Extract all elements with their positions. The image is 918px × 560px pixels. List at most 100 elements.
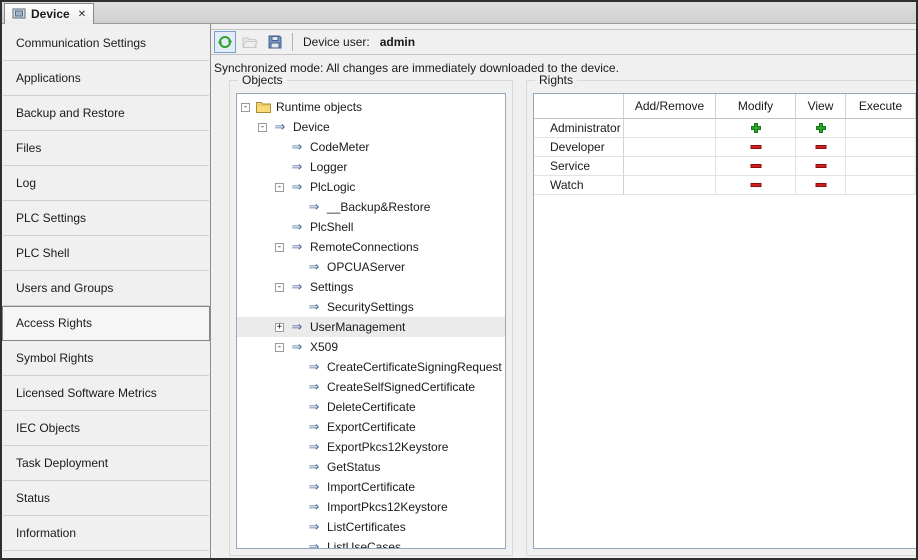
object-arrow-icon: ⇒: [306, 299, 322, 315]
sidebar-item-users-and-groups[interactable]: Users and Groups: [3, 271, 209, 306]
sidebar-item-backup-and-restore[interactable]: Backup and Restore: [3, 96, 209, 131]
sidebar-item-communication-settings[interactable]: Communication Settings: [3, 26, 209, 61]
sidebar-item-applications[interactable]: Applications: [3, 61, 209, 96]
tree-item-runtime-objects[interactable]: - Runtime objects: [237, 97, 505, 117]
collapse-toggle-icon[interactable]: -: [275, 243, 284, 252]
rights-cell-service-modify[interactable]: [716, 157, 796, 176]
tree-item-label: Runtime objects: [273, 100, 365, 114]
tree-item-importcertificate[interactable]: ⇒ImportCertificate: [237, 477, 505, 497]
tree-item-securitysettings[interactable]: ⇒SecuritySettings: [237, 297, 505, 317]
rights-row-developer: Developer: [534, 138, 624, 157]
object-arrow-icon: ⇒: [289, 219, 305, 235]
collapse-toggle-icon[interactable]: -: [258, 123, 267, 132]
sidebar-item-licensed-software-metrics[interactable]: Licensed Software Metrics: [3, 376, 209, 411]
device-editor-window: Device ✕ Communication SettingsApplicati…: [0, 0, 918, 560]
tree-item-label: SecuritySettings: [324, 300, 417, 314]
tree-item-logger[interactable]: ⇒Logger: [237, 157, 505, 177]
sync-refresh-button[interactable]: [214, 31, 236, 53]
tree-item-remoteconnections[interactable]: -⇒RemoteConnections: [237, 237, 505, 257]
rights-cell-administrator-execute[interactable]: [846, 119, 916, 138]
tree-item-x509[interactable]: -⇒X509: [237, 337, 505, 357]
collapse-toggle-icon[interactable]: -: [241, 103, 250, 112]
tree-item-deletecertificate[interactable]: ⇒DeleteCertificate: [237, 397, 505, 417]
object-arrow-icon: ⇒: [289, 279, 305, 295]
tree-item-listcertificates[interactable]: ⇒ListCertificates: [237, 517, 505, 537]
folder-icon: [255, 101, 271, 113]
tree-item-label: PlcLogic: [307, 180, 358, 194]
tree-item-label: ImportCertificate: [324, 480, 418, 494]
tree-item-label: OPCUAServer: [324, 260, 408, 274]
tree-item-opcuaserver[interactable]: ⇒OPCUAServer: [237, 257, 505, 277]
collapse-toggle-icon[interactable]: -: [275, 283, 284, 292]
sidebar-item-plc-settings[interactable]: PLC Settings: [3, 201, 209, 236]
sidebar-item-plc-shell[interactable]: PLC Shell: [3, 236, 209, 271]
tree-item-exportpkcs12keystore[interactable]: ⇒ExportPkcs12Keystore: [237, 437, 505, 457]
objects-tree: -Runtime objects-⇒Device⇒CodeMeter⇒Logge…: [236, 93, 506, 549]
rights-cell-developer-add-remove[interactable]: [624, 138, 716, 157]
rights-cell-watch-modify[interactable]: [716, 176, 796, 195]
collapse-toggle-icon[interactable]: -: [275, 183, 284, 192]
objects-groupbox: Objects -Runtime objects-⇒Device⇒CodeMet…: [229, 80, 513, 556]
tree-item-label: ImportPkcs12Keystore: [324, 500, 451, 514]
rights-cell-developer-execute[interactable]: [846, 138, 916, 157]
rights-cell-service-execute[interactable]: [846, 157, 916, 176]
device-user-value: admin: [380, 35, 415, 49]
deny-minus-icon: [815, 141, 827, 153]
toolbar: Device user: admin: [211, 29, 916, 55]
object-arrow-icon: ⇒: [306, 459, 322, 475]
rights-cell-watch-execute[interactable]: [846, 176, 916, 195]
tree-item-device[interactable]: -⇒Device: [237, 117, 505, 137]
rights-table-container: Add/RemoveModifyViewExecuteAdministrator…: [533, 93, 916, 549]
tree-item-exportcertificate[interactable]: ⇒ExportCertificate: [237, 417, 505, 437]
rights-table: Add/RemoveModifyViewExecuteAdministrator…: [534, 94, 916, 195]
rights-cell-developer-modify[interactable]: [716, 138, 796, 157]
sidebar-item-log[interactable]: Log: [3, 166, 209, 201]
object-arrow-icon: ⇒: [289, 179, 305, 195]
rights-cell-watch-view[interactable]: [796, 176, 846, 195]
tree-item-backup-restore[interactable]: ⇒__Backup&Restore: [237, 197, 505, 217]
toolbar-separator: [292, 33, 293, 51]
rights-cell-administrator-modify[interactable]: [716, 119, 796, 138]
rights-cell-administrator-add-remove[interactable]: [624, 119, 716, 138]
panels-row: Objects -Runtime objects-⇒Device⇒CodeMet…: [229, 80, 916, 556]
rights-cell-service-add-remove[interactable]: [624, 157, 716, 176]
rights-groupbox-label: Rights: [535, 73, 577, 87]
sidebar-item-access-rights[interactable]: Access Rights: [2, 306, 210, 341]
tree-item-settings[interactable]: -⇒Settings: [237, 277, 505, 297]
object-arrow-icon: ⇒: [289, 339, 305, 355]
sidebar-item-files[interactable]: Files: [3, 131, 209, 166]
rights-header-view: View: [796, 94, 846, 119]
tab-close-icon[interactable]: ✕: [78, 9, 86, 20]
sidebar-item-status[interactable]: Status: [3, 481, 209, 516]
tree-item-label: Logger: [307, 160, 350, 174]
rights-row-service: Service: [534, 157, 624, 176]
expand-toggle-icon[interactable]: +: [275, 323, 284, 332]
sidebar-item-information[interactable]: Information: [3, 516, 209, 551]
sidebar-item-task-deployment[interactable]: Task Deployment: [3, 446, 209, 481]
rights-cell-administrator-view[interactable]: [796, 119, 846, 138]
save-icon[interactable]: [264, 31, 286, 53]
object-arrow-icon: ⇒: [306, 479, 322, 495]
deny-minus-icon: [815, 179, 827, 191]
tree-item-plcshell[interactable]: ⇒PlcShell: [237, 217, 505, 237]
tree-item-importpkcs12keystore[interactable]: ⇒ImportPkcs12Keystore: [237, 497, 505, 517]
document-tabbar: Device ✕: [2, 2, 916, 24]
deny-minus-icon: [750, 160, 762, 172]
collapse-toggle-icon[interactable]: -: [275, 343, 284, 352]
tree-item-codemeter[interactable]: ⇒CodeMeter: [237, 137, 505, 157]
tree-item-listusecases[interactable]: ⇒ListUseCases: [237, 537, 505, 549]
rights-cell-watch-add-remove[interactable]: [624, 176, 716, 195]
tree-item-getstatus[interactable]: ⇒GetStatus: [237, 457, 505, 477]
sidebar-item-iec-objects[interactable]: IEC Objects: [3, 411, 209, 446]
rights-cell-service-view[interactable]: [796, 157, 846, 176]
tab-device[interactable]: Device ✕: [4, 3, 94, 24]
sidebar-item-symbol-rights[interactable]: Symbol Rights: [3, 341, 209, 376]
object-arrow-icon: ⇒: [306, 539, 322, 549]
rights-groupbox: Rights Add/RemoveModifyViewExecuteAdmini…: [526, 80, 916, 556]
tree-item-usermanagement[interactable]: +⇒UserManagement: [237, 317, 505, 337]
rights-cell-developer-view[interactable]: [796, 138, 846, 157]
tree-item-createselfsignedcertificate[interactable]: ⇒CreateSelfSignedCertificate: [237, 377, 505, 397]
tree-item-createcertificatesigningrequest[interactable]: ⇒CreateCertificateSigningRequest: [237, 357, 505, 377]
open-project-icon[interactable]: [239, 31, 261, 53]
tree-item-plclogic[interactable]: -⇒PlcLogic: [237, 177, 505, 197]
